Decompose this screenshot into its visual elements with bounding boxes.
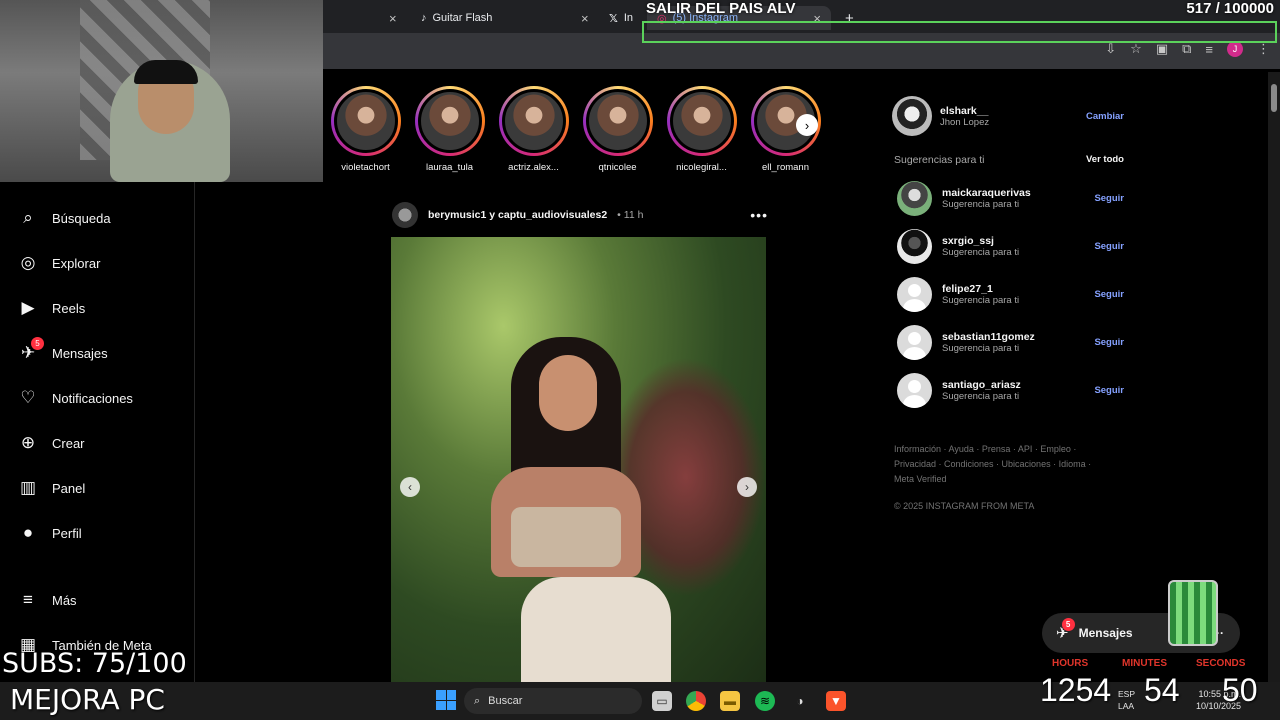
scrollbar[interactable] [1268, 72, 1280, 682]
see-all-link[interactable]: Ver todo [1086, 154, 1124, 165]
brave-icon[interactable]: ▼ [826, 691, 846, 711]
follow-button[interactable]: Seguir [1094, 289, 1124, 300]
footer-links[interactable]: Información · Ayuda · Prensa · API · Emp… [894, 442, 1104, 487]
sidebar-item-dashboard[interactable]: ▥ Panel [18, 478, 85, 498]
folder-icon[interactable]: ▬ [720, 691, 740, 711]
reels-icon: ▶ [21, 298, 35, 317]
subs-counter: SUBS: 75/100 [2, 648, 187, 679]
sidebar-item-reels[interactable]: ▶ Reels [18, 298, 85, 318]
follow-button[interactable]: Seguir [1094, 241, 1124, 252]
kebab-menu-icon[interactable]: ⋮ [1257, 41, 1270, 57]
tip-jar [1168, 580, 1218, 646]
task-view-icon[interactable]: ▭ [652, 691, 672, 711]
search-icon: ⌕ [474, 694, 481, 707]
suggestion-item: sebastian11gomez Sugerencia para ti Segui… [897, 324, 1124, 360]
search-icon: ⌕ [23, 208, 33, 227]
chrome-icon[interactable] [686, 691, 706, 711]
suggestion-item: santiago_ariasz Sugerencia para ti Seguir [897, 372, 1124, 408]
suggestion-item: maickaraquerivas Sugerencia para ti Segui… [897, 180, 1124, 216]
heart-icon: ♡ [20, 388, 36, 407]
story-item[interactable]: actriz.alex... [498, 86, 569, 173]
follow-button[interactable]: Seguir [1094, 193, 1124, 204]
webcam-overlay [0, 0, 323, 182]
post-image[interactable] [391, 237, 766, 682]
x-logo-icon: 𝕏 [609, 12, 618, 25]
tab-close-button[interactable]: × [389, 6, 397, 30]
follow-button[interactable]: Seguir [1094, 385, 1124, 396]
avatar[interactable] [897, 276, 932, 312]
messenger-icon: ✈ 5 [1056, 618, 1075, 642]
notification-badge: 5 [31, 337, 44, 350]
stories-tray: violetachort lauraa_tula actriz.alex... … [330, 86, 821, 173]
avatar[interactable] [897, 180, 932, 216]
hours-value: 1254 [1040, 672, 1112, 708]
extension-icon[interactable]: ▣ [1156, 41, 1168, 57]
puzzle-icon[interactable]: ⧉ [1182, 41, 1191, 57]
hours-label: HOURS [1052, 658, 1089, 669]
goal-box [642, 21, 1277, 43]
sidebar-item-messages[interactable]: ✈ 5 Mensajes [18, 337, 108, 363]
post-time: • 11 h [617, 209, 644, 221]
story-item[interactable]: qtnicolee [582, 86, 653, 173]
sidebar-item-notifications[interactable]: ♡ Notificaciones [18, 388, 133, 408]
post-header: berymusic1 y captu_audiovisuales2 • 11 h… [392, 201, 768, 229]
app-icon[interactable]: ◑ [790, 691, 810, 711]
chevron-left-icon[interactable]: ‹ [400, 477, 420, 497]
windows-start-icon[interactable] [436, 690, 456, 710]
profile-icon: ● [22, 523, 34, 542]
minutes-value: 54 [1144, 672, 1180, 708]
suggestion-item: felipe27_1 Sugerencia para ti Seguir [897, 276, 1124, 312]
sidebar-item-explore[interactable]: ◎ Explorar [18, 253, 101, 273]
tab-close-button[interactable]: × [581, 6, 589, 30]
more-options-icon[interactable]: ••• [750, 207, 768, 223]
copyright: © 2025 INSTAGRAM FROM META [894, 501, 1035, 511]
spotify-icon[interactable]: ≋ [755, 691, 775, 711]
profile-avatar[interactable]: J [1227, 41, 1243, 57]
sidebar-item-more[interactable]: ≡ Más [18, 590, 77, 610]
tab-guitar-flash[interactable]: ♪ Guitar Flash [421, 6, 492, 30]
minutes-label: MINUTES [1122, 658, 1167, 669]
overlay-title: SALIR DEL PAIS ALV [646, 0, 796, 17]
follow-button[interactable]: Seguir [1094, 337, 1124, 348]
screen: × ♪ Guitar Flash × 𝕏 In ◎ (5) Instagram … [0, 0, 1280, 720]
goal-counter: 517 / 100000 [1186, 0, 1274, 17]
chevron-right-icon[interactable]: › [796, 114, 818, 136]
plus-square-icon: ⊕ [20, 433, 36, 452]
current-user: elshark__ Jhon Lopez Cambiar [892, 95, 1124, 137]
star-icon[interactable]: ☆ [1130, 41, 1142, 57]
compass-icon: ◎ [20, 253, 36, 272]
post-users[interactable]: berymusic1 y captu_audiovisuales2 [428, 209, 607, 221]
story-item[interactable]: lauraa_tula [414, 86, 485, 173]
sidebar: ⌕ Búsqueda ◎ Explorar ▶ Reels ✈ 5 Mensajes ♡ N… [0, 182, 195, 682]
messenger-icon: ✈ 5 [18, 337, 44, 363]
story-item[interactable]: violetachort [330, 86, 401, 173]
suggestion-item: sxrgio_ssj Sugerencia para ti Seguir [897, 228, 1124, 264]
install-icon[interactable]: ⇩ [1105, 41, 1116, 57]
avatar[interactable] [897, 228, 932, 264]
seconds-value: 50 [1222, 672, 1258, 708]
avatar[interactable] [897, 324, 932, 360]
countdown-timer: HOURS MINUTES SECONDS 1254 54 50 [1040, 658, 1260, 708]
avatar[interactable] [892, 96, 932, 136]
story-item[interactable]: nicolegiral... [666, 86, 737, 173]
tab-x[interactable]: 𝕏 In [609, 6, 633, 30]
chart-icon: ▥ [19, 478, 37, 497]
avatar[interactable] [392, 202, 418, 228]
seconds-label: SECONDS [1196, 658, 1246, 669]
sidebar-item-create[interactable]: ⊕ Crear [18, 433, 85, 453]
sidebar-item-search[interactable]: ⌕ Búsqueda [18, 208, 110, 228]
brand-overlay: MEJORA PC [10, 683, 165, 716]
switch-account-link[interactable]: Cambiar [1086, 111, 1124, 122]
taskbar-search[interactable]: ⌕ Buscar [464, 688, 642, 714]
chevron-right-icon[interactable]: › [737, 477, 757, 497]
avatar[interactable] [897, 372, 932, 408]
suggestions-header: Sugerencias para ti Ver todo [894, 154, 1124, 166]
guitar-icon: ♪ [421, 12, 427, 24]
reading-list-icon[interactable]: ≡ [1205, 42, 1213, 57]
menu-icon: ≡ [23, 590, 33, 609]
sidebar-item-profile[interactable]: ● Perfil [18, 523, 82, 543]
